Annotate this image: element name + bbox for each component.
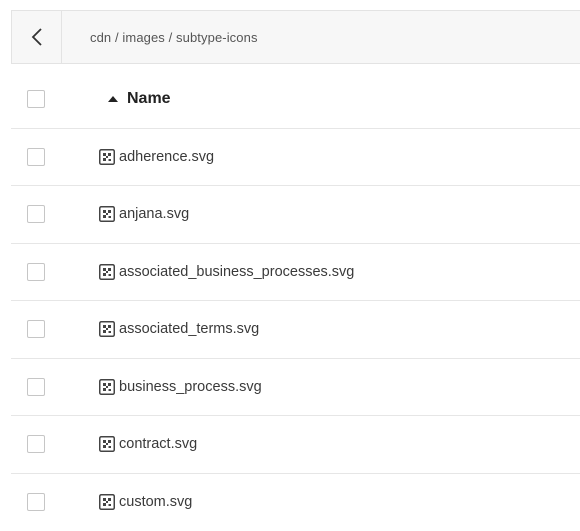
top-bar: cdn / images / subtype-icons [11,10,580,64]
file-name-link[interactable]: contract.svg [119,436,197,452]
file-name-cell: anjana.svg [61,206,189,222]
select-all-cell [11,90,61,108]
row-select-cell [11,148,61,166]
table-row: associated_business_processes.svg [11,244,580,302]
row-checkbox[interactable] [27,493,45,511]
row-checkbox[interactable] [27,378,45,396]
file-name-cell: associated_business_processes.svg [61,264,354,280]
table-row: contract.svg [11,416,580,474]
image-file-icon [99,436,115,452]
name-column-header[interactable]: Name [61,90,171,108]
row-checkbox[interactable] [27,435,45,453]
row-select-cell [11,435,61,453]
image-file-icon [99,494,115,510]
sort-ascending-icon [108,96,118,102]
image-file-icon [99,321,115,337]
file-name-link[interactable]: adherence.svg [119,149,214,165]
table-row: custom.svg [11,474,580,531]
breadcrumb: cdn / images / subtype-icons [62,30,258,45]
file-name-link[interactable]: anjana.svg [119,206,189,222]
row-checkbox[interactable] [27,320,45,338]
table-header-row: Name [11,71,580,129]
select-all-checkbox[interactable] [27,90,45,108]
image-file-icon [99,264,115,280]
file-name-cell: business_process.svg [61,379,262,395]
file-name-cell: custom.svg [61,494,192,510]
file-name-cell: contract.svg [61,436,197,452]
file-name-link[interactable]: custom.svg [119,494,192,510]
row-select-cell [11,378,61,396]
chevron-left-icon [31,27,43,47]
image-file-icon [99,379,115,395]
file-name-link[interactable]: business_process.svg [119,379,262,395]
table-row: anjana.svg [11,186,580,244]
table-row: associated_terms.svg [11,301,580,359]
row-checkbox[interactable] [27,263,45,281]
back-button[interactable] [12,11,62,63]
name-header-label: Name [127,90,171,108]
row-select-cell [11,205,61,223]
row-select-cell [11,493,61,511]
file-name-link[interactable]: associated_terms.svg [119,321,259,337]
row-checkbox[interactable] [27,205,45,223]
file-name-cell: associated_terms.svg [61,321,259,337]
file-name-cell: adherence.svg [61,149,214,165]
row-select-cell [11,263,61,281]
table-row: adherence.svg [11,129,580,187]
row-select-cell [11,320,61,338]
image-file-icon [99,149,115,165]
file-table: Name adherence.svg [11,71,580,531]
row-checkbox[interactable] [27,148,45,166]
file-name-link[interactable]: associated_business_processes.svg [119,264,354,280]
image-file-icon [99,206,115,222]
table-row: business_process.svg [11,359,580,417]
